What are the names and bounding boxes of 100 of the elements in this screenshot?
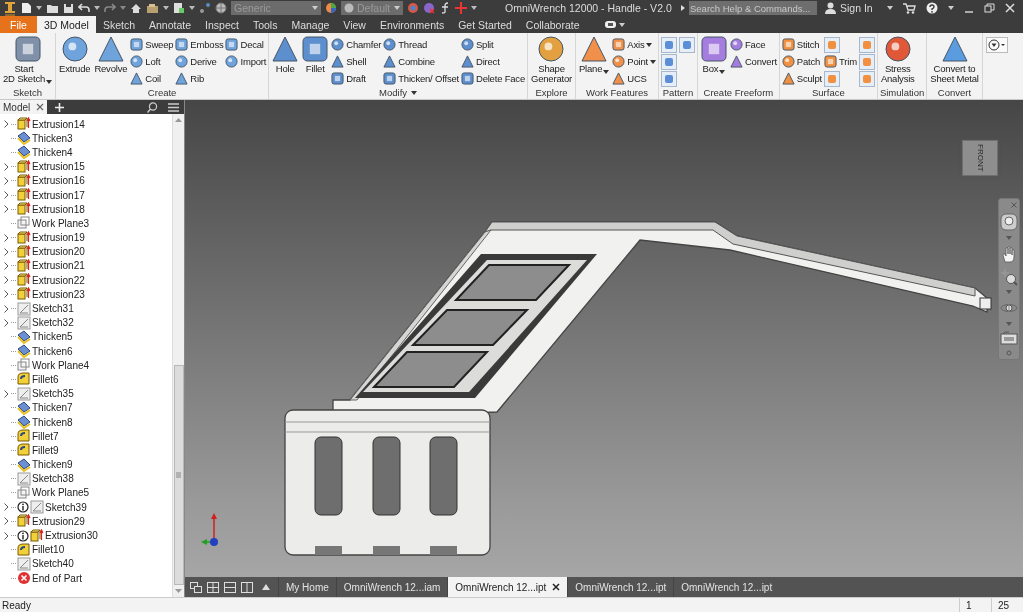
ribbon-button[interactable]: Combine xyxy=(383,53,459,70)
arrow-right-icon[interactable] xyxy=(681,5,685,11)
tree-item[interactable]: Work Plane4 xyxy=(32,359,90,371)
menu-tab[interactable]: Collaborate xyxy=(518,16,587,33)
ribbon-button[interactable]: Emboss xyxy=(175,36,224,53)
view-toggle-icon[interactable] xyxy=(604,21,616,28)
folder-icon[interactable] xyxy=(46,2,59,14)
cart-icon[interactable] xyxy=(903,2,916,14)
search-field[interactable]: Search Help & Commands... xyxy=(689,1,817,15)
ribbon-button[interactable]: Shape Generator xyxy=(530,36,573,84)
tree-item[interactable]: Thicken3 xyxy=(32,132,73,144)
expand-icon[interactable] xyxy=(4,389,9,398)
dots-icon[interactable] xyxy=(199,2,211,14)
ribbon-button[interactable]: Derive xyxy=(175,53,224,70)
menu-tab[interactable]: Get Started xyxy=(451,16,519,33)
menu-tab[interactable]: Environments xyxy=(372,16,452,33)
ribbon-button[interactable]: Stress Analysis xyxy=(879,36,916,84)
tree-item[interactable]: Fillet6 xyxy=(32,373,59,385)
ribbon-button[interactable]: Convert to Sheet Metal xyxy=(929,36,980,84)
ribbon-button[interactable]: Rib xyxy=(175,70,224,87)
tree-item[interactable]: Extrusion20 xyxy=(32,246,85,258)
ribbon-button[interactable]: Axis xyxy=(612,36,656,53)
tree-item[interactable]: Work Plane5 xyxy=(32,487,90,499)
add-tab-icon[interactable] xyxy=(55,102,65,112)
zoom-icon[interactable] xyxy=(1000,267,1018,286)
plus-icon[interactable] xyxy=(455,2,467,14)
ribbon-button[interactable]: Convert xyxy=(729,53,777,70)
menu-tab[interactable]: View xyxy=(336,16,373,33)
tree-item[interactable]: Sketch39 xyxy=(45,501,87,513)
close-icon[interactable] xyxy=(33,100,48,114)
ribbon-button[interactable]: Hole xyxy=(271,36,300,74)
restore-icon[interactable] xyxy=(984,3,995,13)
document-tab[interactable]: OmniWrench 12...ipt xyxy=(447,577,568,597)
tree-item[interactable]: Fillet9 xyxy=(32,444,59,456)
ribbon-button[interactable]: Delete Face xyxy=(460,70,525,87)
menu-tab[interactable]: 3D Model xyxy=(36,16,96,33)
ribbon-button[interactable]: UCS xyxy=(612,70,656,87)
tree-item[interactable]: Thicken7 xyxy=(32,402,73,414)
navigation-bar[interactable] xyxy=(998,198,1020,360)
ribbon-button[interactable]: Box xyxy=(699,36,728,74)
ribbon-button[interactable]: Coil xyxy=(130,70,174,87)
tree-item[interactable]: Thicken6 xyxy=(32,345,73,357)
sign-in-button[interactable]: Sign In xyxy=(840,2,873,14)
home-icon[interactable] xyxy=(130,2,142,14)
ribbon-button[interactable]: Stitch xyxy=(781,36,823,53)
up-arrow-icon[interactable] xyxy=(262,584,270,590)
tree-item[interactable]: Extrusion21 xyxy=(32,260,85,272)
materials-icon[interactable] xyxy=(146,2,159,14)
help-icon[interactable] xyxy=(926,2,938,14)
cascade-icon[interactable] xyxy=(190,581,202,593)
globe-icon[interactable] xyxy=(215,2,227,14)
tree-item[interactable]: Sketch38 xyxy=(32,473,74,485)
color-ball-icon[interactable] xyxy=(325,2,337,14)
ribbon-button[interactable]: Revolve xyxy=(93,36,129,74)
tree-item[interactable]: Extrusion22 xyxy=(32,274,85,286)
tile-icon[interactable] xyxy=(207,581,219,593)
tree-item[interactable]: Sketch32 xyxy=(32,317,74,329)
ribbon-button[interactable]: Face xyxy=(729,36,777,53)
tree-item[interactable]: Extrusion15 xyxy=(32,161,85,173)
menu-icon[interactable] xyxy=(168,102,179,112)
tile-horizontal-icon[interactable] xyxy=(224,581,236,593)
tree-item[interactable]: Extrusion19 xyxy=(32,232,85,244)
tree-item[interactable]: Thicken4 xyxy=(32,146,73,158)
ribbon-button[interactable]: Extrude xyxy=(58,36,92,74)
tree-item[interactable]: Extrusion30 xyxy=(45,530,98,542)
redo-icon[interactable] xyxy=(104,3,116,13)
menu-tab[interactable]: Sketch xyxy=(95,16,142,33)
tree-item[interactable]: Extrusion14 xyxy=(32,118,85,130)
tree-item[interactable]: Sketch40 xyxy=(32,558,74,570)
expand-icon[interactable] xyxy=(4,120,9,129)
tile-vertical-icon[interactable] xyxy=(241,581,253,593)
app-logo-icon[interactable] xyxy=(4,0,16,16)
tool-button[interactable] xyxy=(660,70,677,87)
menu-tab[interactable]: Manage xyxy=(284,16,337,33)
ribbon-button[interactable]: Fillet xyxy=(301,36,330,74)
menu-tab[interactable]: Inspect xyxy=(198,16,246,33)
close-icon[interactable] xyxy=(552,583,561,591)
view-cube[interactable]: FRONT xyxy=(962,140,998,176)
new-file-icon[interactable] xyxy=(20,2,32,14)
scrollbar-thumb[interactable] xyxy=(173,365,184,585)
ribbon-button[interactable]: Loft xyxy=(130,53,174,70)
undo-icon[interactable] xyxy=(78,3,90,13)
ribbon-button[interactable]: Decal xyxy=(225,36,267,53)
ribbon-button[interactable]: Direct xyxy=(460,53,525,70)
tree-item[interactable]: Sketch35 xyxy=(32,388,74,400)
ribbon-options-icon[interactable] xyxy=(985,37,1008,53)
ribbon-button[interactable]: Shell xyxy=(331,53,382,70)
ribbon-button[interactable]: Thicken/ Offset xyxy=(383,70,459,87)
tree-item[interactable]: Fillet10 xyxy=(32,544,65,556)
tree-item[interactable]: Thicken8 xyxy=(32,416,73,428)
view-face-icon[interactable] xyxy=(1000,331,1018,345)
tree-item[interactable]: Thicken5 xyxy=(32,331,73,343)
ribbon-button[interactable]: Thread xyxy=(383,36,459,53)
ribbon-button[interactable]: Import xyxy=(225,53,267,70)
parameters-icon[interactable] xyxy=(173,2,185,14)
ribbon-button[interactable]: Trim xyxy=(824,53,857,70)
ribbon-button[interactable]: Sculpt xyxy=(781,70,823,87)
steering-wheel-icon[interactable] xyxy=(1000,212,1018,231)
tree-item[interactable]: Fillet7 xyxy=(32,430,59,442)
scrollbar[interactable] xyxy=(172,114,184,597)
